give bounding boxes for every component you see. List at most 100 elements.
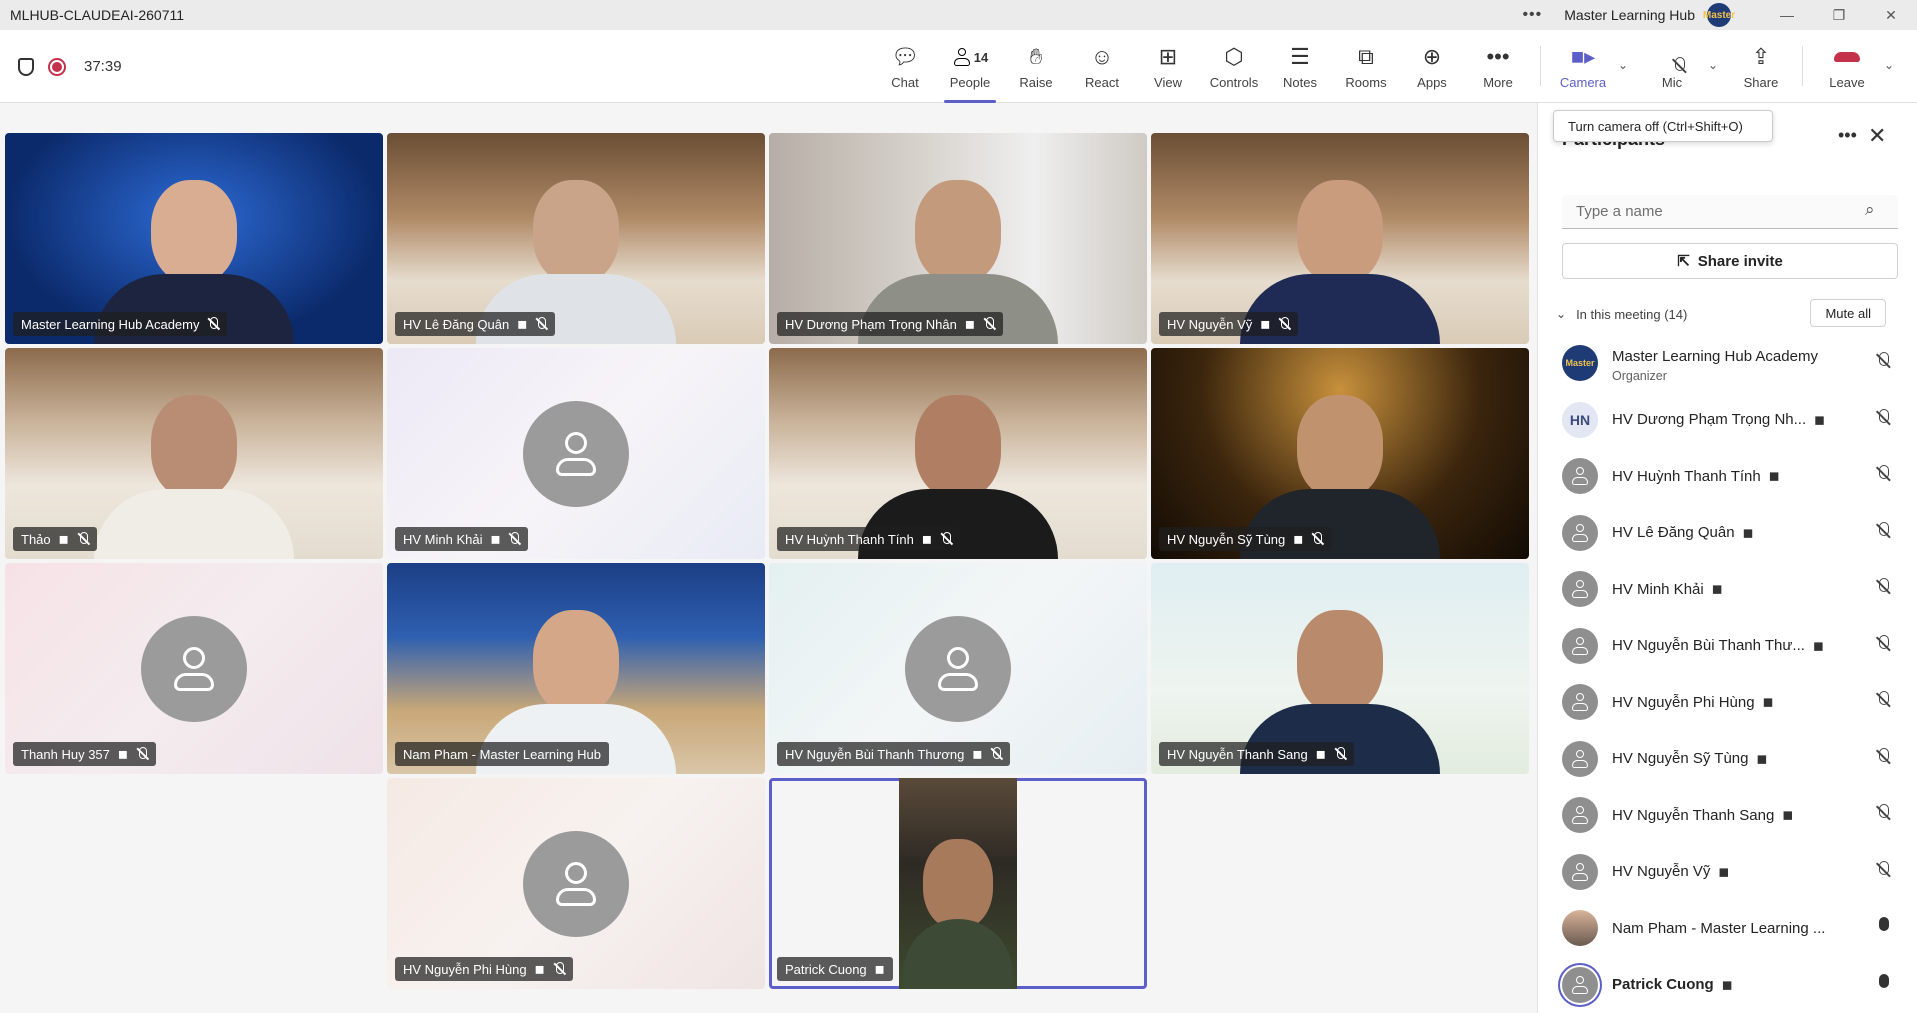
mic-off-icon — [1876, 521, 1890, 540]
share-invite-button[interactable]: ⇱ Share invite — [1562, 243, 1898, 279]
participant-row[interactable]: HV Nguyễn Thanh Sang ◼ — [1538, 787, 1917, 844]
chevron-down-icon[interactable]: ⌄ — [1556, 307, 1566, 321]
mic-options-chevron-icon[interactable]: ⌄ — [1708, 58, 1718, 72]
leave-button[interactable]: Leave — [1815, 30, 1879, 103]
controls-button[interactable]: ⬡ Controls — [1202, 30, 1266, 103]
video-tile[interactable]: Master Learning Hub Academy — [5, 133, 383, 344]
participant-row[interactable]: HV Nguyễn Bùi Thanh Thư... ◼ — [1538, 618, 1917, 675]
avatar — [1562, 740, 1598, 777]
participant-row[interactable]: HV Nguyễn Vỹ ◼ — [1538, 844, 1917, 901]
mic-button[interactable]: Mic — [1640, 30, 1704, 103]
rooms-button[interactable]: ⧉ Rooms — [1334, 30, 1398, 103]
initials-avatar: HN — [1562, 401, 1598, 438]
video-tile[interactable]: HV Huỳnh Thanh Tính ◼ — [769, 348, 1147, 559]
participant-row[interactable]: HV Lê Đăng Quân ◼ — [1538, 505, 1917, 562]
maximize-button[interactable]: ❐ — [1813, 0, 1865, 30]
video-tile[interactable]: HV Dương Phạm Trọng Nhân ◼ — [769, 133, 1147, 344]
camera-button[interactable]: ■▸ Camera — [1551, 30, 1615, 103]
mic-off-icon — [207, 317, 219, 331]
apps-button[interactable]: ⊕ Apps — [1400, 30, 1464, 103]
chat-icon: 💬︎ — [891, 44, 919, 69]
search-input[interactable]: Type a name — [1562, 195, 1898, 229]
video-tile-self[interactable]: Patrick Cuong ◼ — [769, 778, 1147, 989]
mic-off-icon — [508, 532, 520, 546]
avatar — [1562, 684, 1598, 721]
mic-off-icon — [1311, 532, 1323, 546]
mic-off-icon — [136, 747, 148, 761]
camera-icon: ◼ — [1782, 807, 1794, 823]
participant-name-tag: HV Minh Khải ◼ — [395, 527, 529, 551]
participant-row[interactable]: Nam Pham - Master Learning ... — [1538, 900, 1917, 957]
chat-button[interactable]: 💬︎ Chat — [873, 30, 937, 103]
participant-name-tag: Thanh Huy 357 ◼ — [13, 742, 156, 766]
video-tile[interactable]: Nam Pham - Master Learning Hub — [387, 563, 765, 774]
participant-row[interactable]: Master Master Learning Hub Academy Organ… — [1538, 335, 1917, 392]
view-button[interactable]: ⊞ View — [1136, 30, 1200, 103]
avatar — [1562, 966, 1598, 1003]
camera-icon: ◼ — [1812, 637, 1824, 653]
participant-row-self[interactable]: Patrick Cuong ◼ — [1538, 957, 1917, 1013]
participant-name-tag: HV Dương Phạm Trọng Nhân ◼ — [777, 312, 1003, 336]
camera-icon: ◼ — [58, 532, 69, 546]
video-tile[interactable]: HV Lê Đăng Quân ◼ — [387, 133, 765, 344]
close-window-button[interactable]: ✕ — [1865, 0, 1917, 30]
video-tile[interactable]: HV Nguyễn Vỹ ◼ — [1151, 133, 1529, 344]
mic-off-icon — [1278, 317, 1290, 331]
controls-icon: ⬡ — [1224, 44, 1244, 69]
camera-icon: ◼ — [117, 747, 128, 761]
video-tile[interactable]: Thảo ◼ — [5, 348, 383, 559]
camera-icon: ◼ — [1762, 694, 1774, 710]
participant-row[interactable]: HV Huỳnh Thanh Tính ◼ — [1538, 448, 1917, 505]
share-screen-icon: ⇪ — [1751, 44, 1771, 69]
video-tile[interactable]: HV Nguyễn Bùi Thanh Thương ◼ — [769, 563, 1147, 774]
participant-list: Master Master Learning Hub Academy Organ… — [1538, 335, 1917, 1013]
participant-name-tag: HV Nguyễn Phi Hùng ◼ — [395, 957, 573, 981]
participant-row[interactable]: HV Nguyễn Sỹ Tùng ◼ — [1538, 731, 1917, 788]
video-tile[interactable]: HV Nguyễn Phi Hùng ◼ — [387, 778, 765, 989]
close-icon[interactable]: ✕ — [1868, 123, 1886, 149]
avatar — [1562, 514, 1598, 551]
minimize-button[interactable]: — — [1761, 0, 1813, 30]
react-button[interactable]: ☺ React — [1070, 30, 1134, 103]
mic-off-icon — [1876, 691, 1890, 709]
camera-icon: ◼ — [1711, 581, 1723, 597]
org-name[interactable]: Master Learning Hub — [1564, 7, 1695, 23]
people-button[interactable]: 14 People — [938, 30, 1002, 103]
mute-all-button[interactable]: Mute all — [1810, 299, 1886, 327]
camera-icon: ◼ — [534, 962, 545, 976]
video-tile[interactable]: HV Nguyễn Thanh Sang ◼ — [1151, 563, 1529, 774]
participant-name-tag: Master Learning Hub Academy — [13, 312, 228, 336]
share-button[interactable]: ⇪ Share — [1729, 30, 1793, 103]
search-icon[interactable]: ⌕ — [1865, 200, 1875, 220]
video-tile[interactable]: Thanh Huy 357 ◼ — [5, 563, 383, 774]
people-icon: 14 — [952, 43, 988, 71]
panel-more-icon[interactable]: ••• — [1838, 125, 1857, 146]
rooms-icon: ⧉ — [1358, 44, 1374, 69]
mic-off-icon — [1876, 804, 1890, 822]
camera-icon: ◼ — [921, 532, 932, 546]
more-button[interactable]: ••• More — [1466, 30, 1530, 103]
grid-view-icon: ⊞ — [1158, 44, 1178, 69]
add-app-icon: ⊕ — [1422, 44, 1442, 69]
more-options-icon[interactable]: ••• — [1522, 6, 1542, 24]
mic-off-icon — [1876, 634, 1890, 653]
participant-row[interactable]: HV Nguyễn Phi Hùng ◼ — [1538, 674, 1917, 731]
raise-hand-button[interactable]: ✋︎ Raise — [1004, 30, 1068, 103]
participant-row[interactable]: HV Minh Khải ◼ — [1538, 561, 1917, 618]
avatar — [1562, 458, 1598, 495]
mic-off-icon — [1876, 747, 1890, 766]
participant-row[interactable]: HN HV Dương Phạm Trọng Nh... ◼ — [1538, 392, 1917, 449]
shield-icon[interactable] — [18, 57, 34, 76]
participant-name-tag: HV Nguyễn Thanh Sang ◼ — [1159, 742, 1354, 766]
video-tile[interactable]: HV Nguyễn Sỹ Tùng ◼ — [1151, 348, 1529, 559]
camera-options-chevron-icon[interactable]: ⌄ — [1618, 58, 1628, 72]
org-logo-icon[interactable]: Master — [1703, 3, 1735, 27]
camera-icon: ◼ — [874, 962, 885, 976]
default-avatar-icon — [523, 830, 629, 937]
video-tile[interactable]: HV Minh Khải ◼ — [387, 348, 765, 559]
default-avatar-icon — [523, 400, 629, 507]
notes-button[interactable]: ☰ Notes — [1268, 30, 1332, 103]
leave-options-chevron-icon[interactable]: ⌄ — [1884, 58, 1894, 72]
in-meeting-section-header[interactable]: ⌄ In this meeting (14) Mute all — [1548, 299, 1908, 329]
camera-icon: ◼ — [490, 532, 501, 546]
